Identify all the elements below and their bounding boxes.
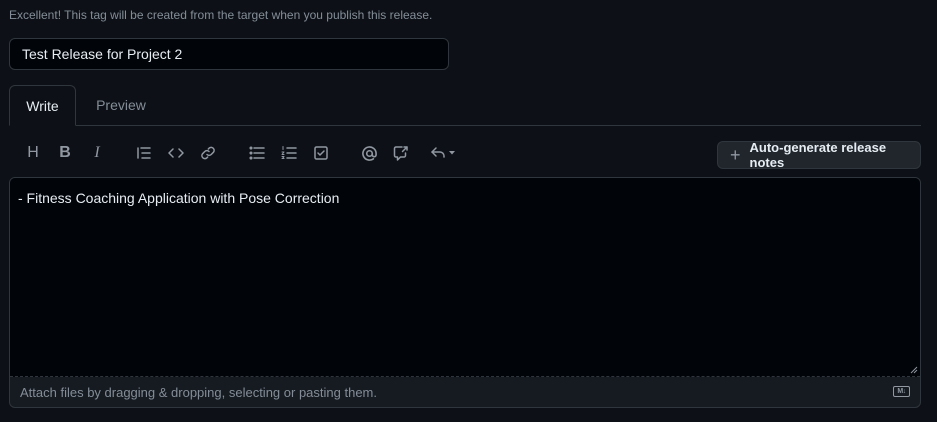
mention-button[interactable]	[357, 142, 381, 164]
attach-files-prompt[interactable]: Attach files by dragging & dropping, sel…	[20, 385, 377, 400]
code-button[interactable]	[164, 142, 188, 164]
italic-icon: I	[94, 144, 100, 161]
task-list-icon	[314, 146, 328, 160]
saved-replies-button[interactable]	[428, 142, 460, 164]
bold-button[interactable]: B	[53, 142, 77, 164]
link-icon	[201, 146, 215, 160]
link-button[interactable]	[196, 142, 220, 164]
quote-icon	[137, 147, 151, 159]
unordered-list-button[interactable]	[245, 142, 269, 164]
bold-icon: B	[59, 144, 71, 161]
code-icon	[168, 148, 184, 158]
cross-reference-icon	[393, 146, 408, 161]
reference-button[interactable]	[389, 142, 413, 164]
italic-button[interactable]: I	[85, 142, 109, 164]
markdown-icon: M↓	[893, 386, 910, 397]
release-notes-editor: - Fitness Coaching Application with Pose…	[9, 177, 921, 408]
mention-icon	[361, 145, 377, 161]
heading-icon: H	[27, 144, 39, 161]
heading-button[interactable]: H	[21, 142, 45, 164]
release-notes-textarea[interactable]: - Fitness Coaching Application with Pose…	[10, 178, 920, 377]
task-list-button[interactable]	[309, 142, 333, 164]
ordered-list-button[interactable]	[277, 142, 301, 164]
tab-write[interactable]: Write	[9, 85, 76, 126]
ordered-list-icon	[281, 146, 297, 159]
quote-button[interactable]	[132, 142, 156, 164]
editor-tabs: Write Preview	[9, 85, 921, 126]
release-title-input[interactable]	[9, 38, 449, 70]
resize-handle-icon[interactable]	[910, 366, 918, 374]
tag-hint-text: Excellent! This tag will be created from…	[9, 8, 433, 22]
plus-icon: +	[730, 145, 741, 165]
reply-icon	[431, 147, 455, 158]
auto-generate-release-notes-button[interactable]: + Auto-generate release notes	[717, 140, 921, 170]
auto-generate-label: Auto-generate release notes	[749, 140, 887, 170]
tab-preview[interactable]: Preview	[84, 85, 158, 125]
release-form: Excellent! This tag will be created from…	[0, 0, 937, 422]
unordered-list-icon	[249, 146, 265, 160]
